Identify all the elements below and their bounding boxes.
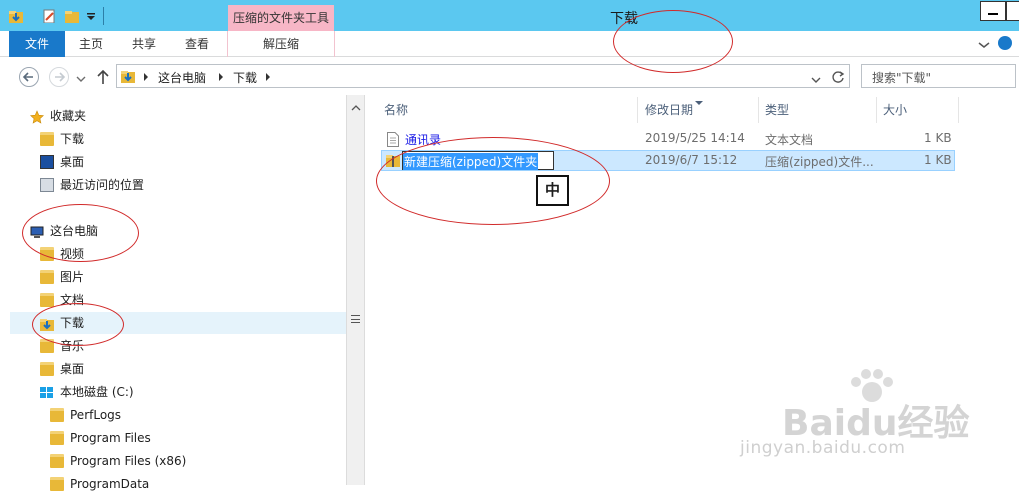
properties-icon[interactable] (42, 9, 56, 24)
baidu-watermark: Baidu经验 jingyan.baidu.com (740, 369, 1015, 470)
breadcrumb-this-pc[interactable]: 这台电脑 (158, 69, 206, 86)
title-bar: 压缩的文件夹工具 下载 (0, 0, 1019, 31)
file-date: 2019/6/7 15:12 (645, 153, 738, 167)
back-button[interactable] (19, 67, 39, 87)
new-folder-icon[interactable] (65, 9, 79, 23)
drive-icon (40, 385, 54, 399)
annotation-ellipse (22, 204, 139, 262)
navigation-pane: 收藏夹 下载 桌面 最近访问的位置 这台电脑 视频 图片 文档 下载 音乐 桌面 (0, 95, 346, 491)
column-header-type[interactable]: 类型 (759, 97, 877, 123)
search-placeholder: 搜索"下载" (872, 71, 932, 85)
nav-pane-scrollbar[interactable] (346, 95, 365, 485)
watermark-url: jingyan.baidu.com (740, 438, 906, 458)
ribbon-expand-icon[interactable] (978, 39, 990, 53)
annotation-ellipse (32, 303, 124, 346)
folder-icon (50, 431, 64, 445)
up-button[interactable] (96, 69, 110, 88)
recent-places-icon (40, 178, 54, 192)
file-size: 1 KB (924, 153, 952, 167)
breadcrumb-separator-icon[interactable] (219, 73, 223, 81)
folder-icon (50, 477, 64, 491)
search-input[interactable]: 搜索"下载" (861, 64, 1016, 88)
tab-file[interactable]: 文件 (9, 31, 65, 57)
folder-icon (50, 408, 64, 422)
annotation-ellipse (376, 137, 610, 225)
file-size: 1 KB (924, 131, 952, 145)
navigation-bar: 这台电脑 下载 搜索"下载" (0, 57, 1019, 95)
breadcrumb-separator-icon[interactable] (144, 73, 148, 81)
scroll-grip-icon[interactable] (351, 315, 360, 323)
desktop-folder-icon (40, 362, 54, 376)
qat-separator (103, 7, 104, 25)
column-header-size[interactable]: 大小 (877, 97, 959, 123)
forward-button[interactable] (49, 67, 69, 87)
tab-view[interactable]: 查看 (173, 31, 221, 57)
breadcrumb-separator-icon[interactable] (266, 73, 270, 81)
downloads-folder-icon (40, 132, 54, 146)
tab-share[interactable]: 共享 (120, 31, 168, 57)
recent-locations-icon[interactable] (76, 72, 86, 86)
star-icon (29, 109, 45, 124)
column-header-name[interactable]: 名称 (378, 97, 638, 123)
ribbon-tabs: 文件 主页 共享 查看 解压缩 (0, 31, 1019, 57)
folder-down-icon[interactable] (9, 9, 23, 23)
tab-home[interactable]: 主页 (67, 31, 115, 57)
downloads-folder-icon (121, 69, 135, 86)
address-dropdown-icon[interactable] (811, 73, 821, 87)
maximize-button[interactable] (1006, 1, 1019, 21)
minimize-button[interactable] (980, 1, 1006, 21)
file-type: 压缩(zipped)文件... (765, 155, 874, 169)
desktop-icon (40, 155, 54, 169)
context-tab-header: 压缩的文件夹工具 (228, 5, 334, 31)
annotation-ellipse (613, 10, 733, 73)
documents-folder-icon (40, 293, 54, 307)
pictures-folder-icon (40, 270, 54, 284)
help-icon[interactable] (998, 36, 1012, 50)
address-bar[interactable]: 这台电脑 下载 (116, 64, 850, 88)
refresh-icon[interactable] (831, 70, 845, 87)
text-file-icon (387, 132, 399, 150)
customize-qat-icon[interactable] (85, 9, 99, 23)
scroll-up-arrow-icon[interactable] (351, 100, 361, 114)
file-type: 文本文档 (765, 133, 814, 147)
folder-icon (50, 454, 64, 468)
breadcrumb-downloads[interactable]: 下载 (233, 69, 257, 86)
file-date: 2019/5/25 14:14 (645, 131, 745, 145)
tab-extract[interactable]: 解压缩 (227, 31, 335, 57)
sort-indicator-icon (695, 95, 703, 109)
